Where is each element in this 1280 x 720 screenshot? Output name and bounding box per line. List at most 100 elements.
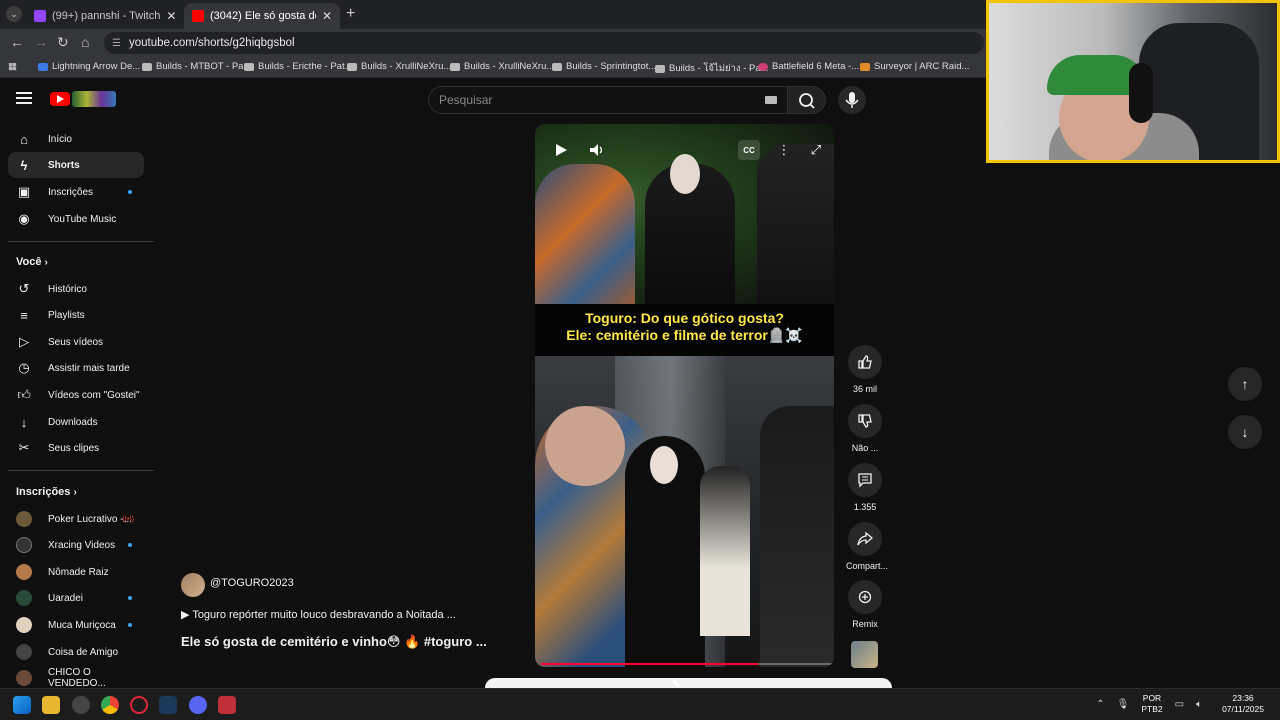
windows-start-icon[interactable] xyxy=(13,696,31,714)
discord-icon[interactable] xyxy=(189,696,207,714)
bookmark-item[interactable]: Surveyor | ARC Raid... xyxy=(860,61,969,72)
subscriptions-section-heading[interactable]: Inscrições › xyxy=(16,486,77,498)
forward-icon[interactable]: → xyxy=(34,34,48,50)
sidebar-item-label: Início xyxy=(48,133,72,145)
sidebar-item-youtube-music[interactable]: ◉ YouTube Music xyxy=(8,206,144,232)
sidebar-item-clips[interactable]: ✂ Seus clipes xyxy=(8,435,144,461)
sidebar-item-history[interactable]: ↺ Histórico xyxy=(8,276,144,302)
like-button[interactable]: 36 mil xyxy=(846,345,884,394)
app-icon[interactable] xyxy=(218,696,236,714)
channel-avatar xyxy=(16,564,32,580)
bookmark-item[interactable]: Battlefield 6 Meta -... xyxy=(758,61,859,72)
channel-handle[interactable]: @TOGURO2023 xyxy=(210,577,294,589)
caption-line: Ele: cemitério e filme de terror🪦☠️ xyxy=(566,327,803,343)
close-tab-icon[interactable]: ✕ xyxy=(160,9,176,23)
bookmark-icon xyxy=(860,62,870,71)
bookmark-item[interactable]: Builds - XrulliNeXru... xyxy=(450,61,554,72)
playlists-icon: ≡ xyxy=(20,307,28,323)
sidebar-item-downloads[interactable]: ↓ Downloads xyxy=(8,409,144,435)
reload-icon[interactable]: ↻ xyxy=(57,34,69,51)
webcam-overlay xyxy=(986,0,1280,163)
bookmark-item[interactable]: Builds - XrulliNeXru... xyxy=(347,61,451,72)
sidebar-item-home[interactable]: ⌂ Início xyxy=(8,126,144,152)
previous-short-button[interactable]: ↑ xyxy=(1228,367,1262,401)
you-section-heading[interactable]: Você › xyxy=(16,256,48,268)
bookmark-item[interactable]: Builds - Sprintingtot... xyxy=(552,61,656,72)
speaker-icon[interactable]: 🔈︎ xyxy=(1196,699,1202,710)
apps-icon[interactable]: ▦ xyxy=(8,61,17,72)
new-tab-button[interactable]: + xyxy=(346,5,355,23)
app-icon[interactable] xyxy=(72,696,90,714)
sidebar-item-shorts[interactable]: ϟ Shorts xyxy=(8,152,144,178)
captions-button[interactable]: CC xyxy=(738,140,760,160)
video-music-line[interactable]: ▶ Toguro repórter muito louco desbravand… xyxy=(181,608,456,621)
sidebar-subscription-channel[interactable]: Coisa de Amigo xyxy=(8,639,144,665)
voice-search-button[interactable] xyxy=(838,86,866,114)
show-hidden-icons-icon[interactable]: ⌃ xyxy=(1096,699,1104,710)
dislike-button[interactable]: Não ... xyxy=(846,404,884,453)
file-explorer-icon[interactable] xyxy=(42,696,60,714)
url-bar[interactable]: ☰ youtube.com/shorts/g2hiqbgsbol xyxy=(104,32,984,54)
remix-button[interactable]: Remix xyxy=(846,580,884,629)
sidebar-item-subscriptions[interactable]: ▣ Inscrições xyxy=(8,179,144,205)
music-icon: ◉ xyxy=(18,211,30,226)
audio-source-thumbnail[interactable] xyxy=(851,641,878,668)
bookmark-icon xyxy=(552,62,562,71)
volume-button[interactable] xyxy=(585,138,609,162)
site-info-icon[interactable]: ☰ xyxy=(112,38,121,49)
sidebar-item-your-videos[interactable]: ▷ Seus vídeos xyxy=(8,329,144,355)
sidebar-subscription-channel[interactable]: Muca Muriçoca xyxy=(8,612,144,638)
shorts-icon: ϟ xyxy=(20,157,28,173)
video-caption-overlay: Toguro: Do que gótico gosta? Ele: cemité… xyxy=(535,304,834,356)
video-progress-bar[interactable] xyxy=(541,663,834,665)
microphone-icon[interactable]: 🎙︎ xyxy=(1117,699,1130,710)
channel-label: Poker Lucrativo -... xyxy=(48,513,132,525)
network-icon[interactable]: ▭ xyxy=(1175,699,1184,710)
sidebar-subscription-channel[interactable]: Nômade Raiz xyxy=(8,559,144,585)
video-progress-fill xyxy=(541,663,758,665)
microphone-icon xyxy=(845,92,859,108)
system-tray: ⌃ 🎙︎ POR PTB2 ▭ 🔈︎ 23:36 07/11/2025 xyxy=(1090,693,1270,715)
youtube-doodle-logo[interactable] xyxy=(72,91,116,107)
home-button-icon[interactable]: ⌂ xyxy=(81,34,89,50)
menu-icon[interactable] xyxy=(16,92,32,104)
bookmark-item[interactable]: Builds - MTBOT - Pa... xyxy=(142,61,251,72)
steam-icon[interactable] xyxy=(159,696,177,714)
close-tab-icon[interactable]: ✕ xyxy=(316,9,332,23)
clock[interactable]: 23:36 07/11/2025 xyxy=(1222,693,1264,715)
url-text: youtube.com/shorts/g2hiqbgsbol xyxy=(128,37,295,49)
comments-button[interactable]: 1.355 xyxy=(846,463,884,512)
sidebar-item-watch-later[interactable]: ◷ Assistir mais tarde xyxy=(8,355,144,381)
more-options-icon[interactable]: ⋮ xyxy=(772,138,796,162)
keyboard-icon[interactable] xyxy=(765,96,777,104)
next-short-button[interactable]: ↓ xyxy=(1228,415,1262,449)
sidebar-subscription-channel[interactable]: Poker Lucrativo -... ((•)) xyxy=(8,506,144,532)
tab-search-button[interactable]: ⌄ xyxy=(6,6,22,22)
channel-avatar[interactable] xyxy=(181,573,205,597)
fullscreen-icon[interactable]: ⤢ xyxy=(804,138,828,162)
sidebar-subscription-channel[interactable]: Xracing Videos xyxy=(8,532,144,558)
live-icon: ((•)) xyxy=(122,515,134,523)
bookmark-item[interactable]: Lightning Arrow De... xyxy=(38,61,140,72)
sidebar-item-playlists[interactable]: ≡ Playlists xyxy=(8,302,144,328)
play-button[interactable] xyxy=(549,138,573,162)
youtube-logo[interactable] xyxy=(50,92,70,106)
share-button[interactable]: Compart... xyxy=(846,522,888,571)
back-icon[interactable]: ← xyxy=(10,34,24,50)
chrome-icon[interactable] xyxy=(101,696,119,714)
sidebar-subscription-channel[interactable]: Uaradei xyxy=(8,585,144,611)
search-input[interactable]: Pesquisar xyxy=(428,86,788,114)
shorts-video-player[interactable]: Toguro: Do que gótico gosta? Ele: cemité… xyxy=(535,124,834,667)
chevron-right-icon: › xyxy=(73,487,77,498)
opera-icon[interactable] xyxy=(130,696,148,714)
search-button[interactable] xyxy=(788,86,826,114)
bookmark-item[interactable]: Builds - Ericthe - Pat... xyxy=(244,61,353,72)
like-count: 36 mil xyxy=(852,384,877,394)
comment-count: 1.355 xyxy=(853,502,877,512)
browser-tab-youtube[interactable]: (3042) Ele só gosta de cemitério ✕ xyxy=(184,3,340,29)
browser-tab-twitch[interactable]: (99+) pannshi - Twitch ✕ xyxy=(26,3,182,29)
keyboard-language[interactable]: POR PTB2 xyxy=(1141,693,1162,715)
sidebar-item-liked-videos[interactable]: 👍︎ Vídeos com "Gostei" xyxy=(8,382,144,408)
bookmark-item[interactable]: Builds - โจ้ไม่ย่าง - Pa... xyxy=(655,61,769,76)
video-title[interactable]: Ele só gosta de cemitério e vinho😳 🔥 #to… xyxy=(181,634,487,650)
